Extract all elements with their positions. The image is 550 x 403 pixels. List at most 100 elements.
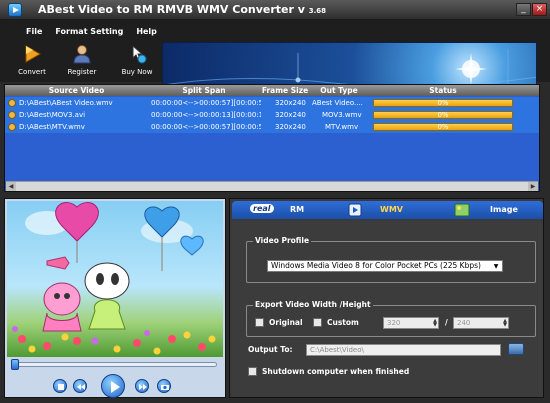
row-progress-bar: 0% bbox=[373, 123, 513, 131]
width-input[interactable]: 320 ▲ ▼ bbox=[383, 317, 439, 329]
buy-now-button[interactable]: Buy Now bbox=[117, 43, 157, 76]
file-list[interactable]: Source Video Split Span Frame Size Out T… bbox=[4, 84, 540, 192]
row-span: 00:00:00<-->00:00:13][00:00:13] bbox=[151, 111, 261, 119]
menu-bar: File Format Setting Help bbox=[26, 27, 157, 36]
row-source: D:\ABest\MOV3.avi bbox=[19, 111, 86, 119]
play-icon bbox=[111, 381, 120, 393]
spin-arrows-icon[interactable]: ▲ ▼ bbox=[433, 319, 437, 328]
row-frame: 320x240 bbox=[275, 123, 306, 131]
row-status: 0% bbox=[437, 111, 449, 119]
row-out: MOV3.wmv bbox=[322, 111, 362, 119]
toolbar: File Format Setting Help Convert Registe… bbox=[0, 20, 550, 100]
header-status[interactable]: Status bbox=[368, 86, 518, 95]
menu-help[interactable]: Help bbox=[136, 27, 157, 36]
video-file-icon bbox=[8, 111, 16, 119]
video-file-icon bbox=[8, 99, 16, 107]
settings-panel: real RM WMV Image Video Profile Windows … bbox=[229, 198, 544, 398]
row-status: 0% bbox=[437, 123, 449, 131]
wmv-icon bbox=[348, 203, 362, 217]
video-profile-value: Windows Media Video 8 for Color Pocket P… bbox=[271, 261, 481, 270]
window-title: ABest Video to RM RMVB WMV Converter v 3… bbox=[38, 3, 326, 16]
tab-rm-label: RM bbox=[290, 205, 305, 214]
spin-arrows-icon[interactable]: ▲ ▼ bbox=[503, 319, 507, 328]
header-source-video[interactable]: Source Video bbox=[5, 86, 148, 95]
tab-image[interactable]: Image bbox=[444, 203, 540, 217]
forward-button[interactable] bbox=[135, 379, 149, 393]
title-bar: ABest Video to RM RMVB WMV Converter v 3… bbox=[0, 0, 550, 20]
header-out-type[interactable]: Out Type bbox=[310, 86, 368, 95]
menu-format-setting[interactable]: Format Setting bbox=[55, 27, 123, 36]
row-out: ABest Video.... bbox=[312, 99, 363, 107]
row-source: D:\ABest\ABest Video.wmv bbox=[19, 99, 113, 107]
row-frame: 320x240 bbox=[275, 111, 306, 119]
row-progress-bar: 0% bbox=[373, 111, 513, 119]
export-size-group: Export Video Width /Height Original Cust… bbox=[246, 300, 536, 337]
height-value: 240 bbox=[457, 319, 471, 327]
register-button[interactable]: Register bbox=[62, 43, 102, 76]
pointer-icon bbox=[132, 44, 147, 64]
scroll-right-icon[interactable]: ▶ bbox=[528, 182, 538, 191]
register-icon bbox=[73, 45, 91, 64]
row-span: 00:00:00<-->00:00:57][00:00:57] bbox=[151, 123, 261, 131]
tab-rm[interactable]: real RM bbox=[236, 203, 336, 217]
output-path-value: C:\Abest\Video\ bbox=[310, 346, 364, 354]
scroll-left-icon[interactable]: ◀ bbox=[6, 182, 16, 191]
video-profile-select[interactable]: Windows Media Video 8 for Color Pocket P… bbox=[267, 260, 503, 272]
seek-bar[interactable] bbox=[11, 359, 217, 370]
close-button[interactable]: × bbox=[532, 3, 547, 16]
custom-checkbox[interactable] bbox=[313, 318, 322, 327]
horizontal-scrollbar[interactable]: ◀ ▶ bbox=[6, 181, 538, 191]
play-button[interactable] bbox=[101, 374, 125, 398]
minimize-button[interactable]: _ bbox=[516, 3, 531, 16]
window-version: 3.68 bbox=[308, 7, 327, 15]
video-profile-group: Video Profile Windows Media Video 8 for … bbox=[246, 236, 536, 283]
buy-now-label: Buy Now bbox=[121, 68, 153, 76]
tab-wmv-label: WMV bbox=[380, 205, 403, 214]
register-label: Register bbox=[67, 68, 97, 76]
folder-icon[interactable] bbox=[508, 343, 524, 355]
width-value: 320 bbox=[387, 319, 401, 327]
convert-label: Convert bbox=[18, 68, 46, 76]
tab-image-label: Image bbox=[490, 205, 518, 214]
shutdown-label: Shutdown computer when finished bbox=[262, 367, 410, 376]
output-to-label: Output To: bbox=[248, 345, 293, 354]
original-checkbox[interactable] bbox=[255, 318, 264, 327]
format-tabs: real RM WMV Image bbox=[232, 201, 543, 219]
size-separator: / bbox=[445, 318, 448, 327]
real-logo: real bbox=[250, 204, 274, 213]
rewind-icon bbox=[77, 384, 85, 390]
video-preview bbox=[7, 201, 223, 357]
seek-handle[interactable] bbox=[11, 359, 19, 370]
preview-player bbox=[4, 198, 226, 398]
file-row[interactable]: D:\ABest\MOV3.avi 00:00:00<-->00:00:13][… bbox=[5, 109, 539, 121]
row-progress-bar: 0% bbox=[373, 99, 513, 107]
window-title-text: ABest Video to RM RMVB WMV Converter v bbox=[38, 3, 305, 16]
file-row[interactable]: D:\ABest\ABest Video.wmv 00:00:00<-->00:… bbox=[5, 97, 539, 109]
menu-file[interactable]: File bbox=[26, 27, 42, 36]
file-row[interactable]: D:\ABest\MTV.wmv 00:00:00<-->00:00:57][0… bbox=[5, 121, 539, 133]
image-icon bbox=[454, 203, 470, 217]
stop-button[interactable] bbox=[53, 379, 67, 393]
height-input[interactable]: 240 ▲ ▼ bbox=[453, 317, 509, 329]
tab-wmv[interactable]: WMV bbox=[342, 203, 437, 217]
row-frame: 320x240 bbox=[275, 99, 306, 107]
video-profile-title: Video Profile bbox=[253, 236, 312, 245]
preview-frame-image bbox=[12, 202, 216, 355]
app-icon bbox=[8, 3, 22, 17]
snapshot-button[interactable] bbox=[157, 379, 171, 393]
row-span: 00:00:00<-->00:00:57][00:00:57] bbox=[151, 99, 261, 107]
convert-button[interactable]: Convert bbox=[12, 43, 52, 76]
header-frame-size[interactable]: Frame Size bbox=[260, 86, 310, 95]
export-size-title: Export Video Width /Height bbox=[253, 300, 373, 309]
stop-icon bbox=[58, 384, 64, 390]
list-header: Source Video Split Span Frame Size Out T… bbox=[5, 85, 539, 96]
rewind-button[interactable] bbox=[73, 379, 87, 393]
output-path-field[interactable]: C:\Abest\Video\ bbox=[306, 344, 501, 356]
fast-forward-icon bbox=[139, 384, 147, 390]
convert-icon bbox=[25, 45, 42, 63]
shutdown-checkbox[interactable] bbox=[248, 367, 257, 376]
camera-icon bbox=[161, 385, 169, 390]
header-split-span[interactable]: Split Span bbox=[148, 86, 260, 95]
chevron-down-icon: ▼ bbox=[493, 263, 499, 270]
original-label: Original bbox=[269, 318, 303, 327]
